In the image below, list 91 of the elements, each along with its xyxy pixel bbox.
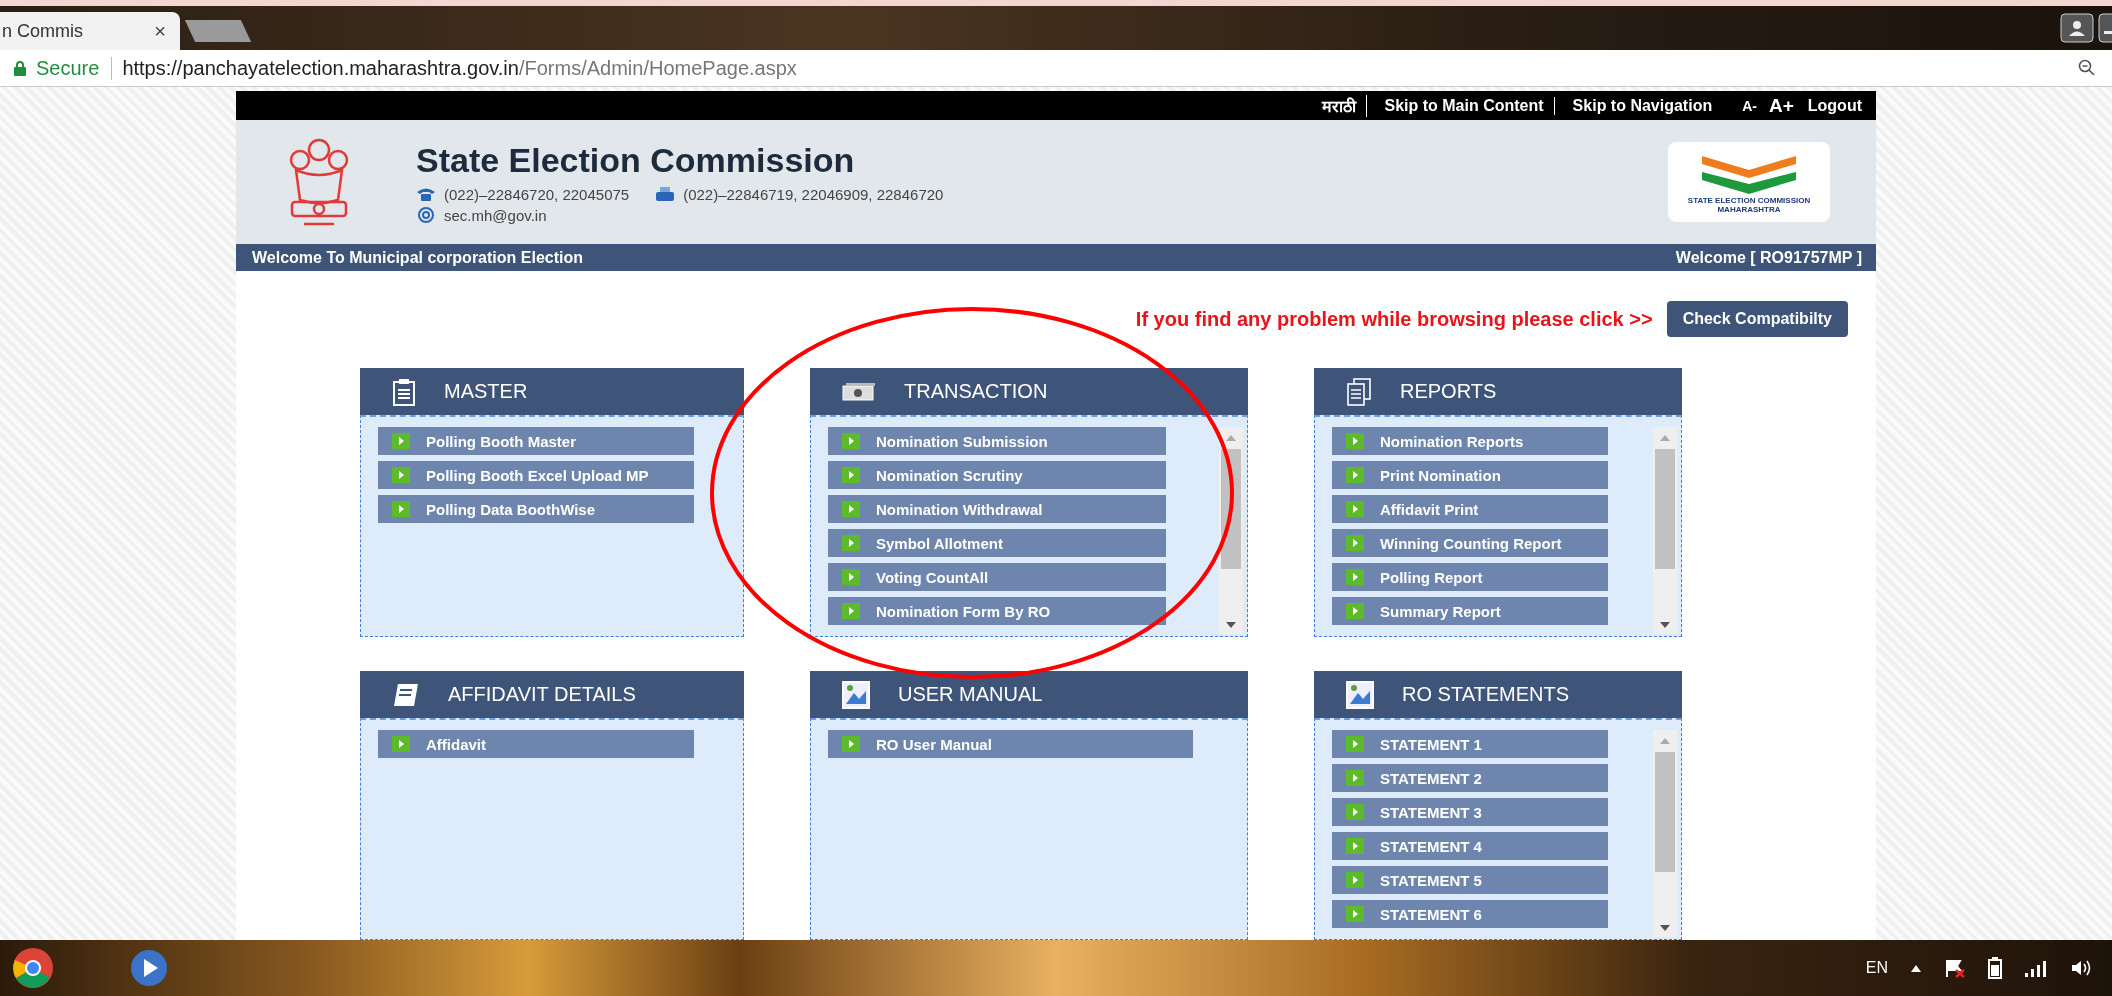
menu-link[interactable]: Affidavit Print — [1332, 495, 1608, 523]
play-icon — [1346, 467, 1364, 483]
play-icon — [1346, 838, 1364, 854]
welcome-message: Welcome To Municipal corporation Election — [252, 248, 583, 267]
check-compatibility-button[interactable]: Check Compatibilty — [1666, 301, 1848, 337]
menu-link[interactable]: Polling Booth Master — [378, 427, 694, 455]
documents-icon — [1346, 377, 1372, 406]
email-icon — [416, 207, 436, 224]
play-icon — [842, 569, 860, 585]
menu-link[interactable]: STATEMENT 4 — [1332, 832, 1608, 860]
signal-icon[interactable] — [2024, 959, 2048, 977]
play-icon — [842, 603, 860, 619]
panel-header: TRANSACTION — [810, 368, 1248, 415]
play-icon — [842, 535, 860, 551]
user-icon[interactable] — [2060, 13, 2094, 43]
panel-header: REPORTS — [1314, 368, 1682, 415]
menu-link[interactable]: Nomination Scrutiny — [828, 461, 1166, 489]
email-address: sec.mh@gov.in — [444, 206, 547, 224]
phone-icon — [416, 187, 436, 202]
panel-header: AFFIDAVIT DETAILS — [360, 671, 744, 718]
menu-link[interactable]: Nomination Reports — [1332, 427, 1608, 455]
menu-link[interactable]: Nomination Submission — [828, 427, 1166, 455]
menu-link[interactable]: STATEMENT 3 — [1332, 798, 1608, 826]
play-icon — [1346, 906, 1364, 922]
menu-link[interactable]: Affidavit — [378, 730, 694, 758]
chrome-icon[interactable] — [10, 945, 56, 991]
site-title: State Election Commission — [416, 140, 856, 180]
play-icon — [1346, 501, 1364, 517]
caret-up-icon[interactable] — [1910, 963, 1922, 973]
flag-icon[interactable] — [1944, 958, 1966, 978]
play-icon — [1346, 736, 1364, 752]
book-icon — [392, 681, 420, 708]
browser-tab[interactable]: n Commis × — [0, 12, 180, 50]
play-icon — [1346, 804, 1364, 820]
play-icon — [392, 467, 410, 483]
play-icon — [1346, 770, 1364, 786]
fax-icon — [655, 186, 676, 203]
play-icon — [392, 433, 410, 449]
menu-link[interactable]: Voting CountAll — [828, 563, 1166, 591]
play-icon — [842, 467, 860, 483]
play-icon — [842, 736, 860, 752]
menu-link[interactable]: STATEMENT 2 — [1332, 764, 1608, 792]
fax-numbers: (022)–22846719, 22046909, 22846720 — [683, 185, 944, 203]
close-tab-button[interactable]: × — [154, 19, 166, 43]
header-link[interactable]: A- — [1742, 97, 1757, 114]
menu-link[interactable]: Polling Report — [1332, 563, 1608, 591]
panel-header: RO STATEMENTS — [1314, 671, 1682, 718]
user-welcome: Welcome [ RO91757MP ] — [1675, 248, 1862, 267]
logo: STATE ELECTION COMMISSION MAHARASHTRA — [1668, 142, 1830, 223]
play-icon — [1346, 603, 1364, 619]
header-link[interactable]: A+ — [1768, 94, 1794, 117]
menu-link[interactable]: STATEMENT 6 — [1332, 900, 1608, 928]
play-icon — [392, 501, 410, 517]
address-bar[interactable]: Secure https://panchayatelection.maharashtra.gov.in/Forms/Admin/HomePage.aspx — [14, 56, 797, 80]
phone-numbers: (022)–22846720, 22045075 — [444, 185, 630, 203]
lock-icon — [14, 60, 26, 76]
menu-link[interactable]: STATEMENT 5 — [1332, 866, 1608, 894]
play-icon — [1346, 433, 1364, 449]
menu-link[interactable]: STATEMENT 1 — [1332, 730, 1608, 758]
play-icon — [1346, 872, 1364, 888]
play-icon — [1346, 535, 1364, 551]
banknote-icon — [842, 381, 876, 402]
clipboard-icon — [392, 377, 416, 406]
play-icon — [842, 433, 860, 449]
header-link[interactable]: Skip to Navigation — [1572, 96, 1713, 115]
menu-link[interactable]: Nomination Withdrawal — [828, 495, 1166, 523]
image-icon — [842, 680, 870, 709]
header-link[interactable]: Logout — [1807, 96, 1862, 115]
panel-header: MASTER — [360, 368, 744, 415]
image-icon — [1346, 680, 1374, 709]
menu-link[interactable]: Print Nomination — [1332, 461, 1608, 489]
menu-link[interactable]: Summary Report — [1332, 597, 1608, 625]
play-icon — [842, 501, 860, 517]
play-icon — [1346, 569, 1364, 585]
menu-link[interactable]: Nomination Form By RO — [828, 597, 1166, 625]
menu-link[interactable]: Winning Counting Report — [1332, 529, 1608, 557]
zoom-icon[interactable] — [2078, 59, 2096, 77]
scrollbar[interactable] — [1653, 427, 1677, 634]
scrollbar[interactable] — [1653, 730, 1677, 937]
menu-link[interactable]: RO User Manual — [828, 730, 1193, 758]
battery-icon[interactable] — [1988, 957, 2002, 979]
menu-link[interactable]: Polling Booth Excel Upload MP — [378, 461, 694, 489]
header-link[interactable]: Skip to Main Content — [1384, 96, 1555, 115]
header-link[interactable]: मराठी — [1321, 94, 1367, 117]
menu-link[interactable]: Polling Data BoothWise — [378, 495, 694, 523]
language-indicator[interactable]: EN — [1865, 959, 1888, 977]
scrollbar[interactable] — [1219, 427, 1243, 634]
play-icon — [392, 736, 410, 752]
panel-header: USER MANUAL — [810, 671, 1248, 718]
compatibility-message: If you find any problem while browsing please click >> — [1135, 307, 1653, 331]
menu-link[interactable]: Symbol Allotment — [828, 529, 1166, 557]
